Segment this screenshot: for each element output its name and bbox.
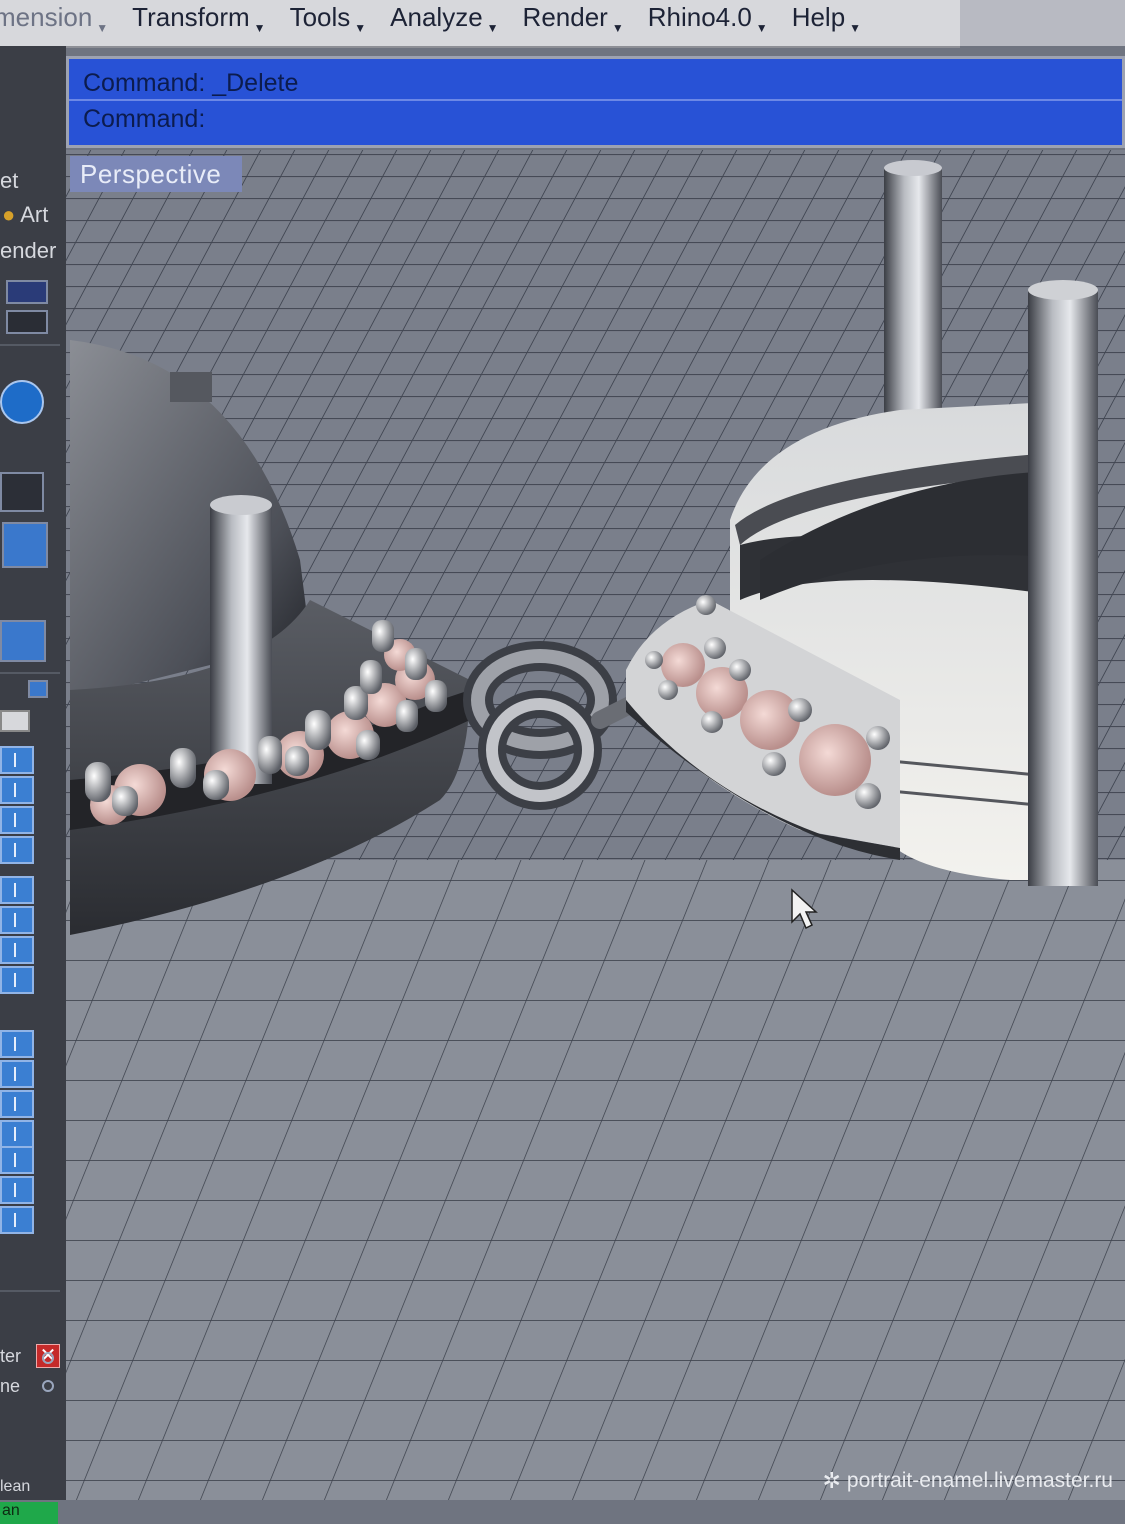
panel-slot-button[interactable] <box>0 472 44 512</box>
window-background <box>960 0 1125 46</box>
panel-divider <box>0 1290 60 1292</box>
radio-button[interactable] <box>42 1380 54 1392</box>
chevron-down-icon: ▼ <box>486 21 499 35</box>
status-indicator[interactable]: an <box>0 1502 58 1524</box>
command-divider <box>69 99 1122 101</box>
globe-icon[interactable] <box>0 380 44 424</box>
layer-button[interactable] <box>0 1146 34 1174</box>
layer-button[interactable] <box>0 1120 34 1148</box>
perspective-viewport[interactable] <box>66 150 1125 1500</box>
watermark: ✲ portrait-enamel.livemaster.ru <box>822 1468 1113 1493</box>
panel-option-button[interactable] <box>6 310 48 334</box>
chevron-down-icon: ▼ <box>849 21 862 35</box>
minimize-icon[interactable] <box>28 680 48 698</box>
layer-button[interactable] <box>0 1030 34 1058</box>
menu-rhino[interactable]: Rhino4.0 ▼ <box>636 0 780 46</box>
menu-tools[interactable]: Tools ▼ <box>278 0 379 46</box>
layer-button[interactable] <box>0 776 34 804</box>
panel-label-bottom-2: ne <box>0 1376 21 1396</box>
radio-button[interactable] <box>42 1352 54 1364</box>
command-area[interactable]: Command: _Delete Command: <box>66 56 1125 148</box>
layer-button[interactable] <box>0 1176 34 1204</box>
chevron-down-icon: ▼ <box>611 21 624 35</box>
layer-button[interactable] <box>0 1090 34 1118</box>
left-panel: et ● Art ender ✕ ter ne an lean <box>0 46 66 1524</box>
grid-snap-icon[interactable] <box>2 522 48 568</box>
panel-label-bottom-1: ter <box>0 1346 22 1366</box>
layer-button[interactable] <box>0 1206 34 1234</box>
menu-analyze[interactable]: Analyze ▼ <box>378 0 510 46</box>
panel-label-art: ● Art <box>2 202 49 227</box>
layer-button[interactable] <box>0 806 34 834</box>
chevron-down-icon: ▼ <box>755 21 768 35</box>
layer-button[interactable] <box>0 1060 34 1088</box>
panel-divider <box>0 672 60 674</box>
layer-button[interactable] <box>0 876 34 904</box>
layer-button[interactable] <box>0 936 34 964</box>
panel-label-top: et <box>0 168 19 193</box>
command-prompt[interactable]: Command: <box>83 105 205 134</box>
layer-button[interactable] <box>0 966 34 994</box>
viewport-title-tab[interactable]: Perspective <box>70 156 242 192</box>
chevron-down-icon: ▼ <box>354 21 367 35</box>
menu-dimension[interactable]: mension ▼ <box>0 0 120 46</box>
menu-bar: mension ▼ Transform ▼ Tools ▼ Analyze ▼ Rend… <box>0 0 960 48</box>
chevron-down-icon: ▼ <box>96 21 109 35</box>
layer-button[interactable] <box>0 836 34 864</box>
menu-help[interactable]: Help ▼ <box>780 0 873 46</box>
command-history-line: Command: _Delete <box>83 69 299 97</box>
eye-icon[interactable] <box>0 710 30 732</box>
menu-transform[interactable]: Transform ▼ <box>120 0 277 46</box>
layer-button[interactable] <box>0 906 34 934</box>
menu-render[interactable]: Render ▼ <box>511 0 636 46</box>
panel-divider <box>0 344 60 346</box>
viewport-scene <box>66 150 1125 1500</box>
panel-label-render: ender <box>0 238 57 263</box>
panel-label-bottom-4: lean <box>0 1478 31 1495</box>
chevron-down-icon: ▼ <box>253 21 266 35</box>
panel-toggle-button[interactable] <box>6 280 48 304</box>
layer-button[interactable] <box>0 746 34 774</box>
art-icon: ● <box>2 202 16 227</box>
gear-icon: ✲ <box>822 1468 841 1493</box>
figure-icon[interactable] <box>0 620 46 662</box>
